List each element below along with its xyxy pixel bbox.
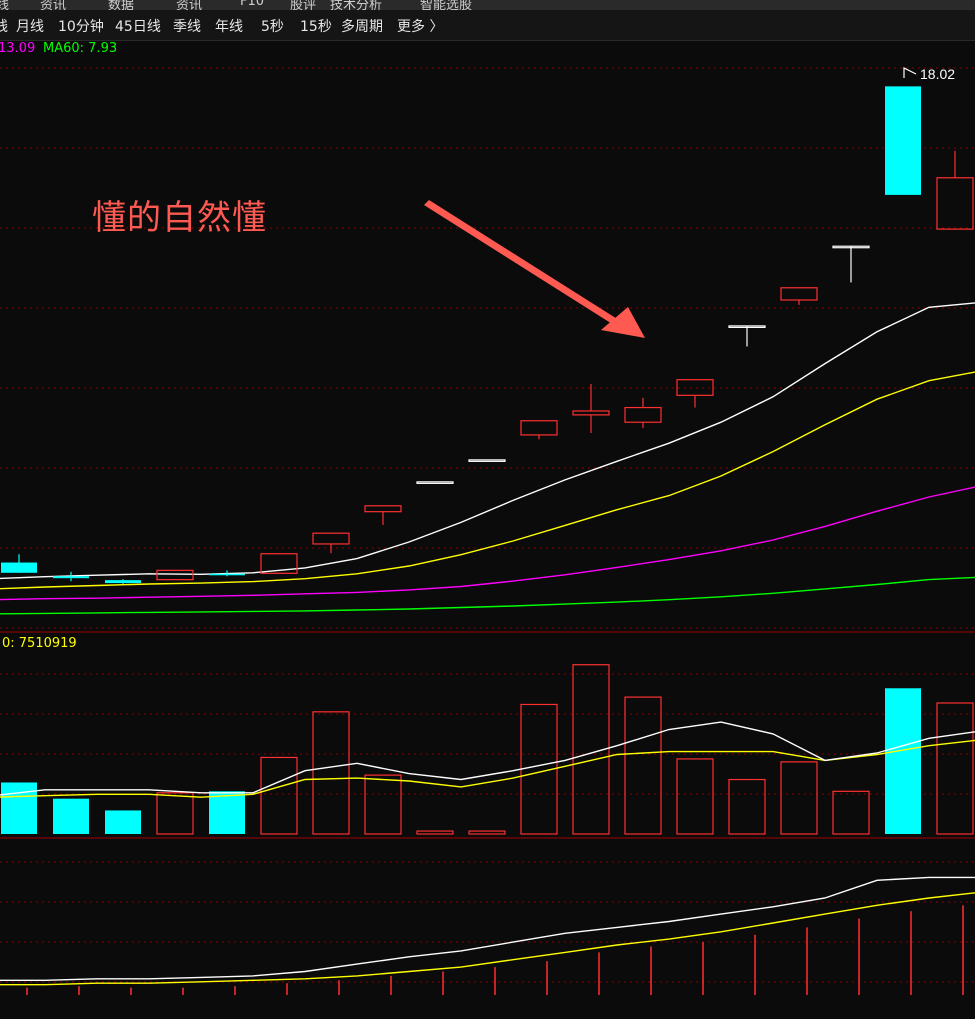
volume-bar — [209, 791, 245, 834]
volume-ma-white-line — [0, 721, 975, 796]
ma60-label: MA60: 7.93 — [43, 41, 118, 56]
volume-bar — [936, 702, 974, 835]
volume-bar — [416, 830, 454, 835]
lower-indicator-panel — [0, 876, 975, 995]
volume-bar — [1, 782, 37, 834]
candle-body — [468, 459, 506, 462]
ma-lines — [0, 302, 975, 615]
candle-body — [209, 573, 245, 576]
volume-bar — [468, 830, 506, 835]
volume-bar — [676, 758, 714, 835]
volume-bar — [885, 688, 921, 834]
volume-bar — [260, 756, 298, 835]
candle-body — [520, 420, 558, 436]
volume-bar — [105, 810, 141, 834]
volume-bar — [156, 792, 194, 835]
ma-yellow-line — [0, 371, 975, 590]
candle-body — [936, 177, 974, 230]
ma-white-line — [0, 302, 975, 580]
high-marker: 18.02 — [903, 66, 955, 82]
candle-body — [624, 406, 662, 423]
indicator-yellow-line — [0, 892, 975, 986]
arrow-head — [601, 307, 645, 338]
candle-body — [780, 287, 818, 301]
candle-body — [53, 576, 89, 579]
volume-label: 0: 7510919 — [2, 636, 77, 651]
volume-bar — [312, 711, 350, 835]
volume-panel — [0, 664, 975, 835]
candle-body — [885, 86, 921, 195]
candle-body — [105, 580, 141, 584]
annotation-text: 懂的自然懂 — [92, 198, 267, 238]
volume-bar — [624, 696, 662, 835]
volume-bar — [780, 761, 818, 835]
annotation-arrow — [424, 200, 645, 338]
indicator-white-line — [0, 876, 975, 981]
volume-bar — [364, 774, 402, 835]
candle-body — [1, 562, 37, 573]
candle-body — [312, 532, 350, 545]
volume-bar — [832, 790, 870, 835]
ma-magenta-line — [0, 486, 975, 601]
volume-ma-yellow-line — [0, 739, 975, 798]
candle-body — [416, 481, 454, 484]
high-price-label: 18.02 — [920, 66, 955, 82]
ma-magenta-label: 13.09 — [0, 41, 36, 56]
volume-bar — [53, 798, 89, 834]
candle-body — [676, 379, 714, 396]
candle-body — [572, 410, 610, 416]
candle-body — [156, 569, 194, 581]
ma-green-line — [0, 576, 975, 615]
kline-chart[interactable]: 18.02 — [0, 0, 975, 1019]
candles — [1, 86, 974, 585]
volume-bar — [728, 778, 766, 835]
candle-body — [364, 505, 402, 513]
